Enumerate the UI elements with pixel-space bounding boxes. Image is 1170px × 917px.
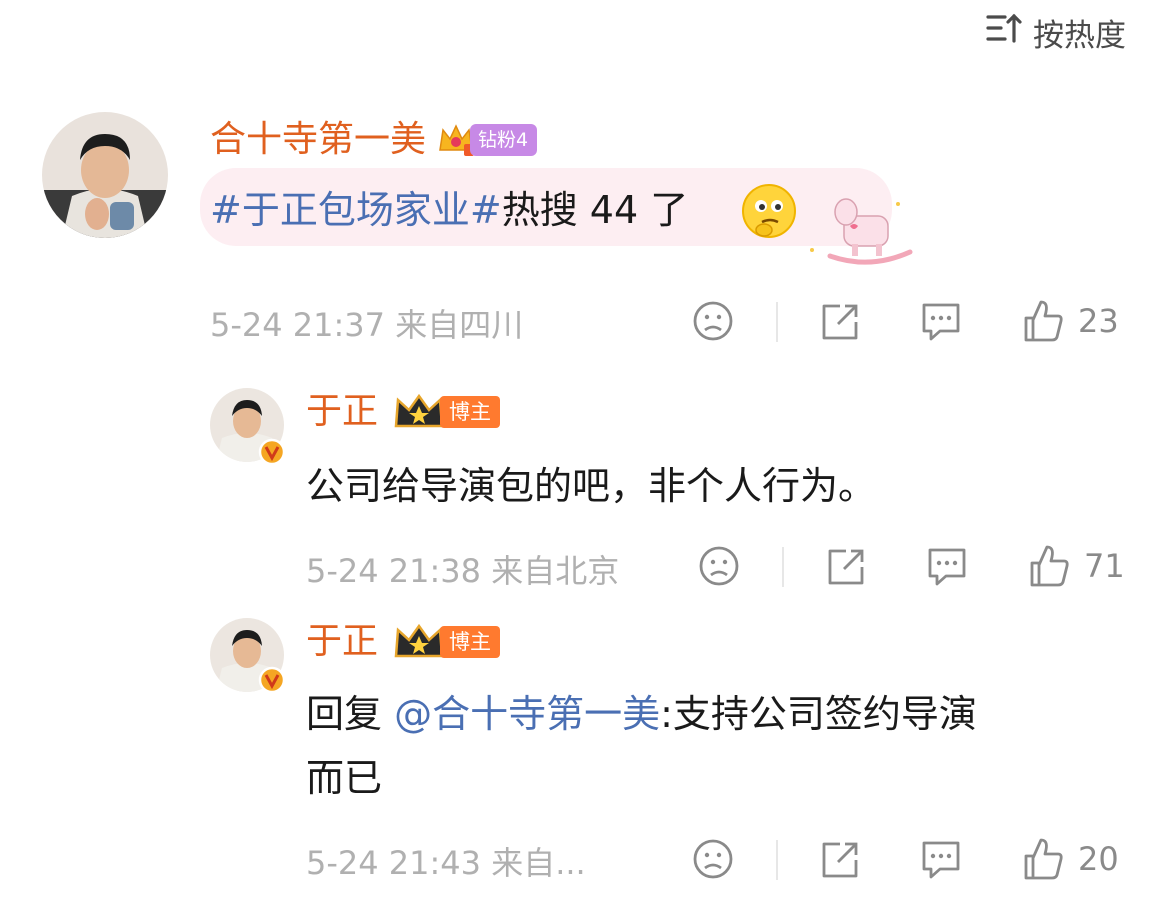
divider: [782, 547, 784, 587]
divider: [776, 840, 778, 880]
badge-label: 博主: [440, 626, 501, 658]
comment-timestamp-location: 5-24 21:37 来自四川: [210, 306, 524, 344]
reply-text: 公司给导演包的吧，非个人行为。: [306, 464, 877, 508]
comment-text: #于正包场家业#热搜 44 了: [210, 188, 689, 232]
reply-author-name[interactable]: 于正: [306, 620, 378, 664]
share-icon[interactable]: [818, 300, 862, 342]
blogger-badge[interactable]: 博主: [392, 392, 501, 432]
topic-link[interactable]: #于正包场家业#: [210, 188, 502, 232]
rocking-horse-decoration-icon: [800, 190, 915, 270]
commenter-name[interactable]: 合十寺第一美: [210, 118, 426, 162]
like-count: 71: [1084, 547, 1125, 585]
like-button[interactable]: 23: [1020, 298, 1119, 344]
like-button[interactable]: 71: [1026, 543, 1125, 589]
comment-icon[interactable]: [918, 838, 964, 880]
blogger-badge[interactable]: 博主: [392, 622, 501, 662]
crown-icon: [392, 622, 446, 662]
crown-icon: [392, 392, 446, 432]
reply-timestamp-location: 5-24 21:38 来自北京: [306, 552, 620, 590]
thumbs-up-icon: [1020, 836, 1064, 882]
dislike-face-icon[interactable]: [692, 838, 734, 880]
share-icon[interactable]: [818, 838, 862, 880]
dislike-face-icon[interactable]: [692, 300, 734, 342]
comment-icon[interactable]: [918, 300, 964, 342]
thumbs-up-icon: [1026, 543, 1070, 589]
reply-author-name[interactable]: 于正: [306, 390, 378, 434]
like-count: 23: [1078, 302, 1119, 340]
dislike-face-icon[interactable]: [698, 545, 740, 587]
comment-icon[interactable]: [924, 545, 970, 587]
verified-v-icon: [258, 666, 286, 694]
badge-label: 博主: [440, 396, 501, 428]
share-icon[interactable]: [824, 545, 868, 587]
mention-link[interactable]: @合十寺第一美: [394, 692, 660, 736]
diamond-fan-badge[interactable]: 钻粉4: [436, 122, 538, 158]
reply-text-line1: 回复 @合十寺第一美:支持公司签约导演: [306, 692, 977, 736]
reply-text-line2: 而已: [306, 756, 383, 800]
sort-by-hot-button[interactable]: 按热度: [985, 10, 1126, 54]
verified-v-icon: [258, 438, 286, 466]
sort-label: 按热度: [1033, 17, 1126, 54]
thinking-emoji-icon: [740, 182, 798, 240]
sort-icon: [985, 11, 1023, 53]
like-button[interactable]: 20: [1020, 836, 1119, 882]
divider: [776, 302, 778, 342]
fan-level-label: 钻粉4: [470, 124, 538, 156]
reply-timestamp-location: 5-24 21:43 来自...: [306, 844, 586, 882]
avatar[interactable]: [42, 112, 168, 238]
thumbs-up-icon: [1020, 298, 1064, 344]
like-count: 20: [1078, 840, 1119, 878]
